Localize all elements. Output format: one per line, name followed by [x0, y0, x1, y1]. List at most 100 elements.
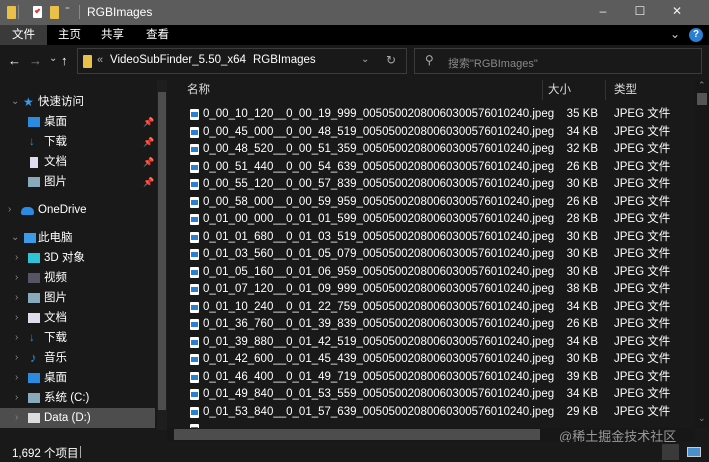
nav-quick-pictures[interactable]: 图片 📌	[0, 172, 155, 192]
download-icon: ↓	[29, 332, 35, 344]
nav-this-pc[interactable]: ⌄ 此电脑	[0, 228, 155, 248]
maximize-button[interactable]: ☐	[630, 4, 650, 18]
nav-pc-item[interactable]: › ♪ 音乐	[0, 348, 155, 368]
overflow-icon[interactable]: «	[97, 54, 103, 66]
tab-file[interactable]: 文件	[0, 25, 47, 45]
chevron-down-icon[interactable]: ⌄	[11, 228, 19, 248]
chevron-right-icon[interactable]: ›	[8, 200, 11, 220]
file-row[interactable]: 0_00_58_000__0_00_59_959_005050020800603…	[187, 194, 687, 212]
nav-quick-downloads[interactable]: ↓ 下载 📌	[0, 132, 155, 152]
properties-icon[interactable]	[33, 6, 42, 18]
title-bar: ⁼ RGBImages – ☐ ✕	[0, 0, 709, 25]
tab-home[interactable]: 主页	[47, 25, 92, 45]
vertical-scrollbar[interactable]: ⌃ ⌄	[695, 80, 709, 428]
chevron-right-icon[interactable]: ›	[15, 308, 18, 328]
nav-pc-item[interactable]: › 3D 对象	[0, 248, 155, 268]
breadcrumb-separator[interactable]: ›	[239, 54, 243, 66]
search-placeholder[interactable]: 搜索"RGBImages"	[448, 55, 538, 71]
column-header-type[interactable]: 类型	[614, 80, 637, 100]
nav-scrollbar[interactable]	[157, 80, 167, 430]
file-size: 28 KB	[566, 213, 598, 225]
nav-pc-item[interactable]: › 图片	[0, 288, 155, 308]
chevron-down-icon[interactable]: ⌄	[11, 92, 19, 112]
minimize-button[interactable]: –	[593, 4, 613, 18]
jpeg-file-icon	[190, 231, 199, 243]
chevron-right-icon[interactable]: ›	[15, 408, 18, 428]
file-row[interactable]: 0_01_36_760__0_01_39_839_005050020800603…	[187, 316, 687, 334]
up-button[interactable]: ↑	[61, 53, 68, 68]
chevron-right-icon[interactable]: ›	[15, 248, 18, 268]
nav-scrollbar-thumb[interactable]	[158, 92, 166, 410]
chevron-right-icon[interactable]: ›	[15, 388, 18, 408]
item-count: 1,692 个项目	[12, 448, 79, 460]
tab-view[interactable]: 查看	[135, 25, 180, 45]
folder-icon	[7, 6, 16, 19]
file-row[interactable]: 0_01_49_840__0_01_53_559_005050020800603…	[187, 386, 687, 404]
file-size: 30 KB	[566, 230, 598, 243]
file-row[interactable]: 0_00_10_120__0_00_19_999_005050020800603…	[187, 106, 687, 124]
chevron-right-icon[interactable]: ›	[15, 328, 18, 348]
chevron-right-icon[interactable]: ›	[15, 368, 18, 388]
nav-label: 视频	[44, 272, 67, 284]
help-icon[interactable]: ?	[689, 28, 703, 42]
search-box[interactable]: ⚲ 搜索"RGBImages"	[414, 48, 702, 74]
scrollbar-thumb[interactable]	[697, 93, 707, 105]
chevron-right-icon[interactable]: ›	[15, 288, 18, 308]
scroll-up-icon[interactable]: ⌃	[698, 80, 706, 91]
document-icon	[28, 313, 40, 323]
file-row[interactable]: 0_00_48_520__0_00_51_359_005050020800603…	[187, 141, 687, 159]
tab-share[interactable]: 共享	[90, 25, 135, 45]
nav-pc-item[interactable]: › 桌面	[0, 368, 155, 388]
column-header-name[interactable]: 名称	[187, 80, 210, 100]
close-button[interactable]: ✕	[667, 4, 687, 18]
expand-ribbon-icon[interactable]: ⌄	[670, 27, 680, 41]
file-list: 名称 大小 类型 0_00_10_120__0_00_19_999_005050…	[167, 80, 695, 428]
file-row[interactable]: 0_01_10_240__0_01_22_759_005050020800603…	[187, 299, 687, 317]
nav-label: 图片	[44, 292, 67, 304]
large-icons-view-button[interactable]	[687, 447, 701, 457]
recent-locations-button[interactable]: ⌄	[49, 53, 57, 64]
customize-toolbar-icon[interactable]: ⁼	[65, 5, 70, 16]
file-row[interactable]: 0_01_00_000__0_01_01_599_005050020800603…	[187, 211, 687, 229]
nav-quick-documents[interactable]: 文档 📌	[0, 152, 155, 172]
file-row[interactable]: 0_01_46_400__0_01_49_719_005050020800603…	[187, 369, 687, 387]
nav-label: 下载	[44, 136, 67, 148]
nav-pc-item[interactable]: › 文档	[0, 308, 155, 328]
horizontal-scrollbar[interactable]: @稀土掘金技术社区	[167, 428, 695, 444]
details-view-button[interactable]	[662, 444, 679, 460]
column-divider[interactable]	[605, 80, 606, 100]
column-divider[interactable]	[542, 80, 543, 100]
back-button[interactable]: ←	[8, 53, 21, 68]
nav-onedrive[interactable]: › OneDrive	[0, 200, 155, 220]
chevron-right-icon[interactable]: ›	[15, 268, 18, 288]
file-row[interactable]: 0_01_05_160__0_01_06_959_005050020800603…	[187, 264, 687, 282]
file-row[interactable]: 0_00_55_120__0_00_57_839_005050020800603…	[187, 176, 687, 194]
nav-quick-access[interactable]: ⌄ ★ 快速访问	[0, 92, 155, 112]
nav-pc-item[interactable]: › ↓ 下载	[0, 328, 155, 348]
address-bar[interactable]: « VideoSubFinder_5.50_x64 › RGBImages ⌄ …	[77, 48, 407, 74]
file-row[interactable]: 0_01_01_680__0_01_03_519_005050020800603…	[187, 229, 687, 247]
file-row[interactable]: 0_00_45_000__0_00_48_519_005050020800603…	[187, 124, 687, 142]
horizontal-scrollbar-thumb[interactable]	[174, 429, 540, 440]
column-header-size[interactable]: 大小	[548, 80, 571, 100]
file-row[interactable]: 0_01_07_120__0_01_09_999_005050020800603…	[187, 281, 687, 299]
nav-pc-item[interactable]: › 系统 (C:)	[0, 388, 155, 408]
file-type: JPEG 文件	[614, 125, 671, 138]
new-folder-icon[interactable]	[50, 6, 59, 19]
file-row[interactable]: 0_01_42_600__0_01_45_439_005050020800603…	[187, 351, 687, 369]
jpeg-file-icon	[190, 144, 199, 155]
file-row[interactable]: 0_01_39_880__0_01_42_519_005050020800603…	[187, 334, 687, 352]
forward-button[interactable]: →	[29, 53, 42, 68]
breadcrumb-rgbimages[interactable]: RGBImages	[253, 54, 316, 66]
address-dropdown-icon[interactable]: ⌄	[361, 54, 369, 65]
refresh-button[interactable]: ↻	[386, 53, 396, 67]
nav-pc-item[interactable]: › Data (D:)	[0, 408, 155, 428]
scroll-down-icon[interactable]: ⌄	[698, 413, 706, 424]
chevron-right-icon[interactable]: ›	[15, 348, 18, 368]
file-row[interactable]: 0_01_53_840__0_01_57_639_005050020800603…	[187, 404, 687, 422]
breadcrumb-videosubfinder[interactable]: VideoSubFinder_5.50_x64	[110, 54, 246, 66]
file-row[interactable]: 0_00_51_440__0_00_54_639_005050020800603…	[187, 159, 687, 177]
file-row[interactable]: 0_01_03_560__0_01_05_079_005050020800603…	[187, 246, 687, 264]
nav-pc-item[interactable]: › 视频	[0, 268, 155, 288]
nav-quick-desktop[interactable]: 桌面 📌	[0, 112, 155, 132]
